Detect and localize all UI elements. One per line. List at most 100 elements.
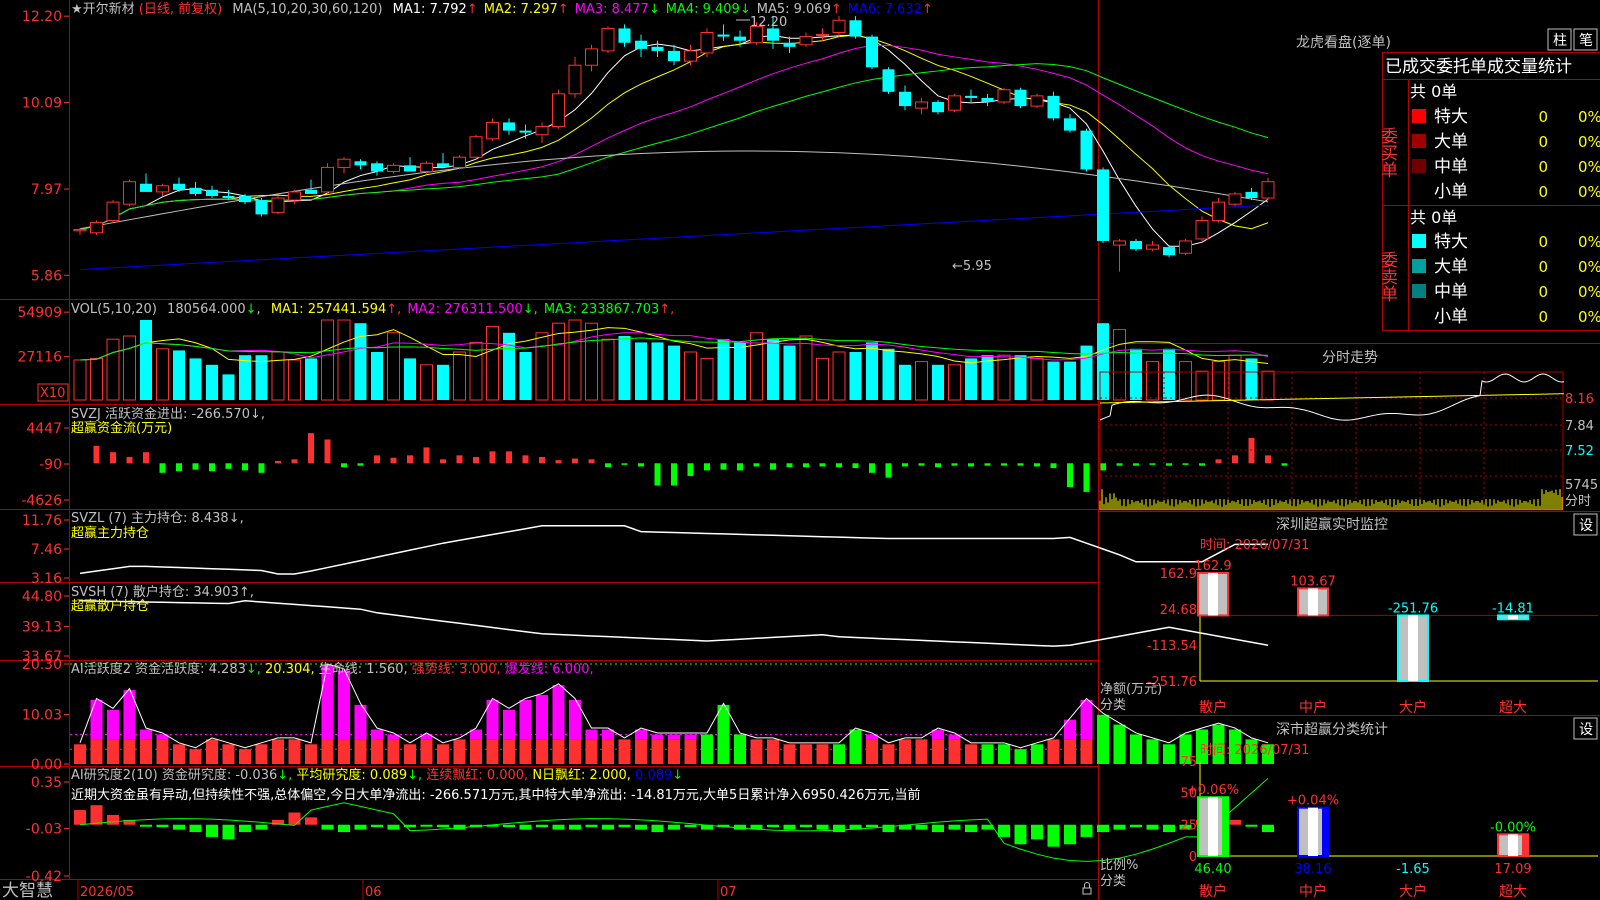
ma-legend-1: MA1: 7.792 — [393, 2, 467, 17]
volume-bar — [800, 336, 812, 400]
lock-icon[interactable] — [1083, 883, 1091, 895]
volume-bars — [74, 320, 1274, 400]
ai1-bar — [767, 739, 779, 764]
sz-monitor-tick: 24.68 — [1160, 603, 1197, 618]
candle-body — [833, 20, 845, 32]
ai1-bar — [718, 705, 730, 764]
candle-body — [1081, 131, 1093, 170]
ai2-bar — [355, 825, 367, 830]
candle-body — [74, 230, 86, 231]
ma-legend-5: MA5: 9.069 — [757, 2, 831, 17]
svsh-panel[interactable]: 44.8039.1333.67 SVSH (7) 散户持仓: 34.903↑, … — [22, 584, 1268, 665]
order-percent: 0% — [1578, 283, 1600, 301]
ai-research-y-axis: 0.35-0.03-0.42 — [26, 775, 69, 885]
candle-body — [932, 102, 944, 112]
ai1-bar — [173, 744, 185, 764]
svzj-bar — [1001, 463, 1007, 465]
ai1-bar — [652, 734, 664, 739]
volume-bar — [239, 355, 251, 400]
candle-body — [421, 163, 433, 171]
ai2-bar — [569, 825, 581, 830]
candle-body — [1097, 169, 1109, 241]
candle-body — [1196, 221, 1208, 239]
ai1-bar — [916, 739, 928, 764]
svzj-bar — [787, 463, 793, 467]
order-category-label: 小单 — [1434, 307, 1468, 327]
svzj-bar — [176, 463, 182, 471]
ai1-bar — [107, 710, 119, 740]
ai1-bar — [404, 744, 416, 764]
candle-body — [536, 127, 548, 135]
ma-legend-6: MA6: 7.632 — [848, 2, 922, 17]
svzl-panel[interactable]: 11.76 7.46 3.16 SVZL (7) 主力持仓: 8.438↓, 超赢主… — [22, 511, 1268, 587]
sz-realtime-monitor[interactable]: 深圳超赢实时监控 设 时间: 2026/07/31 162.9 24.68 -113… — [1100, 514, 1598, 716]
y-tick-label: 12.20 — [22, 9, 62, 25]
volume-params: VOL(5,10,20) — [71, 302, 157, 317]
sz-class-change: +0.06% — [1187, 783, 1239, 798]
y-tick-label: 5.86 — [31, 268, 62, 284]
order-category-label: 特大 — [1434, 107, 1468, 127]
order-percent: 0% — [1578, 233, 1600, 251]
sz-class-tick: 75 — [1180, 755, 1197, 770]
ai2-bar — [1031, 825, 1043, 840]
ai2-bar — [652, 825, 664, 832]
order-color-swatch — [1412, 159, 1426, 173]
ai1-bar — [1048, 739, 1060, 764]
order-category-label: 小单 — [1434, 182, 1468, 202]
ai1-bar — [1081, 700, 1093, 739]
volume-bar — [916, 362, 928, 400]
svzj-bar — [704, 463, 710, 470]
candle-body — [487, 122, 499, 138]
svzj-bar — [869, 463, 875, 473]
sz-class-bar-highlight — [1208, 797, 1218, 856]
vol-tick-label: 27116 — [17, 350, 62, 366]
ai2-bar — [74, 810, 86, 825]
order-percent: 0% — [1578, 108, 1600, 126]
ai-research-panel[interactable]: 0.35-0.03-0.42 AI研究度2(10) 资金研究度: -0.036↓… — [26, 767, 1274, 885]
sz-monitor-value: -251.76 — [1388, 601, 1438, 616]
volume-bar — [289, 360, 301, 400]
sz-class-bar-highlight — [1308, 808, 1318, 856]
candle-body — [965, 96, 977, 98]
ai1-bar — [239, 749, 251, 764]
ai1-bar — [503, 710, 515, 740]
volume-bar — [1229, 355, 1241, 400]
ai2-bar — [685, 825, 697, 827]
candle-body — [305, 190, 317, 194]
svzj-header: SVZJ 活跃资金进出: -266.570↓, — [71, 406, 265, 422]
candle-body — [388, 165, 400, 171]
svzj-bar — [688, 463, 694, 476]
svzj-bar — [853, 463, 859, 468]
svzj-bar — [242, 463, 248, 470]
volume-bar — [1213, 362, 1225, 400]
svzj-bar — [1034, 463, 1040, 466]
volume-bar — [1048, 362, 1060, 400]
sz-class-bar-edge — [1322, 808, 1328, 856]
main-y-axis: 12.2010.097.975.86 — [22, 9, 69, 284]
svzj-panel[interactable]: 4447 -90 -4626 SVZJ 活跃资金进出: -266.570↓, 超赢资… — [21, 406, 1287, 509]
vol-tick-label: 54909 — [17, 305, 62, 321]
ai-activity-panel[interactable]: 20.30 10.03 0.00 AI活跃度2 资金活跃度: 4.283↓, 20.… — [22, 657, 1274, 773]
ai2-bar — [520, 825, 532, 830]
ai2-bar — [965, 825, 977, 832]
svzj-bar — [803, 463, 809, 467]
ai2-bar — [668, 825, 680, 830]
ai1-bar — [421, 739, 433, 764]
order-count: 0 — [1538, 308, 1548, 326]
candlestick-panel[interactable]: 12.20 10.09 7.97 5.86 12.20 ←5.95 ★开尔新材 (日线… — [22, 1, 1274, 284]
order-color-swatch — [1412, 284, 1426, 298]
svzj-bar — [341, 463, 347, 467]
ai1-bar — [355, 739, 367, 764]
svzj-bar — [358, 463, 364, 465]
ai1-bar — [982, 744, 994, 764]
svzj-bar — [556, 460, 562, 463]
high-price-label: 12.20 — [750, 15, 787, 30]
ai1-bar — [536, 739, 548, 764]
ai1-bar — [965, 744, 977, 764]
candle-body — [767, 28, 779, 40]
volume-panel[interactable]: 54909 27116 VOL(5,10,20) 180564.000 ↓, MA1… — [17, 302, 1274, 401]
candle-body — [652, 47, 664, 51]
ai1-bar — [668, 734, 680, 739]
ai1-bar — [1147, 739, 1159, 764]
volume-bar — [487, 326, 499, 400]
